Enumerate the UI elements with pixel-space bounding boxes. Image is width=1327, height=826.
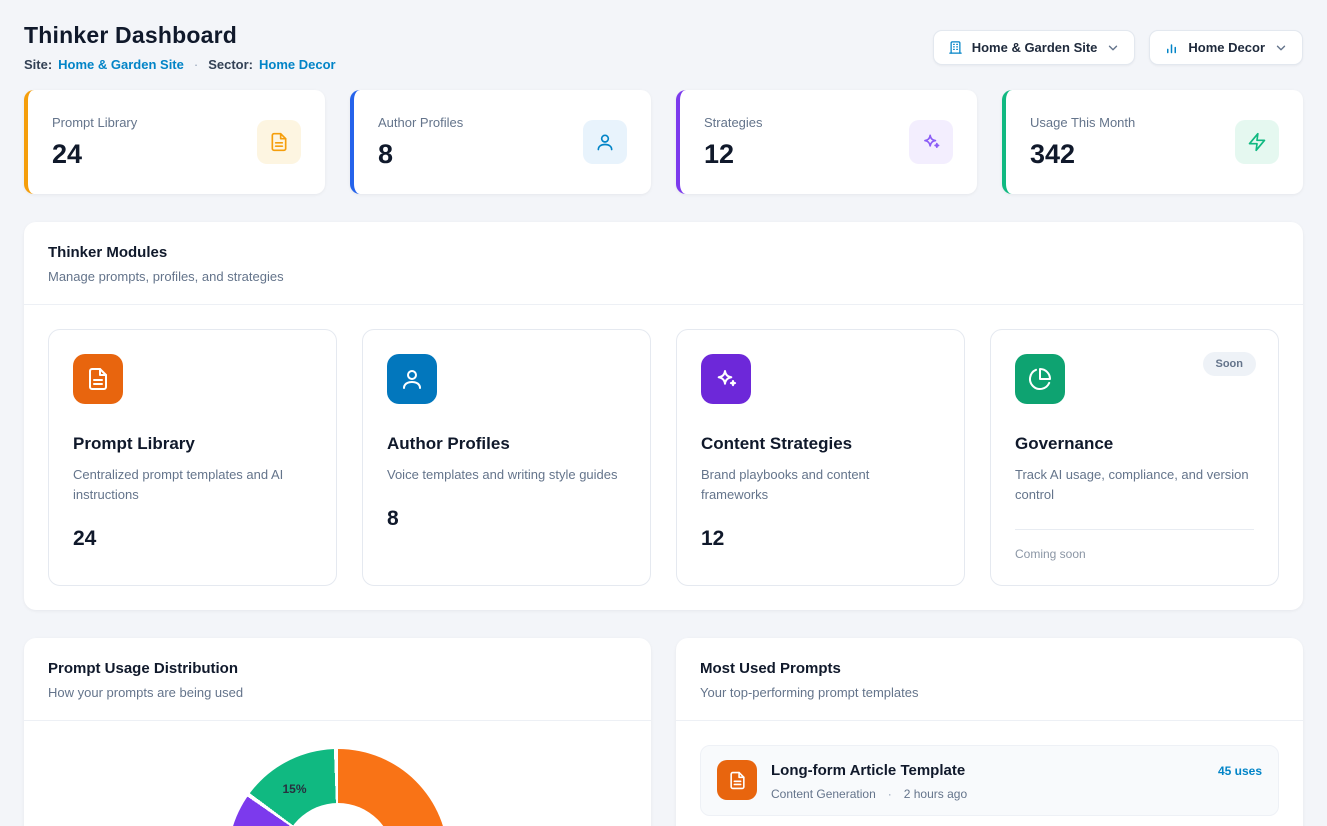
module-title: Content Strategies <box>701 434 940 454</box>
stat-card-usage: Usage This Month 342 <box>1002 90 1303 194</box>
file-text-icon <box>257 120 301 164</box>
building-icon <box>948 40 963 55</box>
stats-row: Prompt Library 24 Author Profiles 8 Stra… <box>24 90 1303 194</box>
most-used-header: Most Used Prompts Your top-performing pr… <box>676 638 1303 721</box>
donut-chart: 15% <box>24 721 651 825</box>
stat-card-prompt-library: Prompt Library 24 <box>24 90 325 194</box>
module-title: Governance <box>1015 434 1254 454</box>
coming-soon-text: Coming soon <box>1015 547 1254 561</box>
stat-text: Strategies 12 <box>704 115 763 170</box>
sector-link[interactable]: Home Decor <box>259 57 336 72</box>
lightning-icon <box>1235 120 1279 164</box>
module-card-prompt-library[interactable]: Prompt Library Centralized prompt templa… <box>48 329 337 586</box>
header-selectors: Home & Garden Site Home Decor <box>933 30 1303 65</box>
stat-value: 8 <box>378 139 463 170</box>
stat-value: 24 <box>52 139 137 170</box>
site-label: Site: <box>24 57 52 72</box>
prompt-title: Long-form Article Template <box>771 762 1204 779</box>
stat-value: 342 <box>1030 139 1135 170</box>
prompt-list-item[interactable]: Long-form Article Template Content Gener… <box>700 745 1279 816</box>
pie-chart-icon <box>1015 354 1065 404</box>
module-card-author-profiles[interactable]: Author Profiles Voice templates and writ… <box>362 329 651 586</box>
thinker-modules-panel: Thinker Modules Manage prompts, profiles… <box>24 222 1303 610</box>
module-description: Brand playbooks and content frameworks <box>701 465 940 505</box>
modules-panel-subtitle: Manage prompts, profiles, and strategies <box>48 269 1279 284</box>
stat-text: Prompt Library 24 <box>52 115 137 170</box>
sparkle-icon <box>701 354 751 404</box>
module-title: Author Profiles <box>387 434 626 454</box>
sector-selector-label: Home Decor <box>1188 40 1265 55</box>
prompt-uses-badge: 45 uses <box>1218 764 1262 801</box>
modules-panel-header: Thinker Modules Manage prompts, profiles… <box>24 222 1303 305</box>
stat-label: Author Profiles <box>378 115 463 130</box>
donut-segment-label: 15% <box>278 782 312 796</box>
person-icon <box>583 120 627 164</box>
module-count: 12 <box>701 527 940 551</box>
stat-text: Author Profiles 8 <box>378 115 463 170</box>
module-count: 8 <box>387 507 626 531</box>
donut-ring: 15% <box>228 749 448 826</box>
prompt-meta: Content Generation · 2 hours ago <box>771 787 1204 801</box>
most-used-title: Most Used Prompts <box>700 660 1279 677</box>
header-left: Thinker Dashboard Site: Home & Garden Si… <box>24 22 336 72</box>
prompt-time: 2 hours ago <box>904 787 967 801</box>
bottom-row: Prompt Usage Distribution How your promp… <box>24 638 1303 826</box>
module-card-governance[interactable]: Soon Governance Track AI usage, complian… <box>990 329 1279 586</box>
most-used-prompts-card: Most Used Prompts Your top-performing pr… <box>676 638 1303 826</box>
module-count: 24 <box>73 527 312 551</box>
file-text-icon <box>73 354 123 404</box>
file-text-icon <box>717 760 757 800</box>
separator-dot: · <box>884 787 896 801</box>
modules-panel-title: Thinker Modules <box>48 244 1279 261</box>
chevron-down-icon <box>1274 41 1288 55</box>
stat-text: Usage This Month 342 <box>1030 115 1135 170</box>
page-title: Thinker Dashboard <box>24 22 336 49</box>
usage-card-header: Prompt Usage Distribution How your promp… <box>24 638 651 721</box>
module-title: Prompt Library <box>73 434 312 454</box>
chevron-down-icon <box>1106 41 1120 55</box>
site-selector-dropdown[interactable]: Home & Garden Site <box>933 30 1136 65</box>
module-divider <box>1015 529 1254 530</box>
sector-selector-dropdown[interactable]: Home Decor <box>1149 30 1303 65</box>
person-icon <box>387 354 437 404</box>
stat-label: Usage This Month <box>1030 115 1135 130</box>
modules-grid: Prompt Library Centralized prompt templa… <box>24 305 1303 610</box>
stat-label: Prompt Library <box>52 115 137 130</box>
prompt-category: Content Generation <box>771 787 876 801</box>
site-selector-label: Home & Garden Site <box>972 40 1098 55</box>
prompt-info: Long-form Article Template Content Gener… <box>771 760 1204 801</box>
usage-card-title: Prompt Usage Distribution <box>48 660 627 677</box>
module-card-content-strategies[interactable]: Content Strategies Brand playbooks and c… <box>676 329 965 586</box>
stat-card-strategies: Strategies 12 <box>676 90 977 194</box>
dashboard-page: Thinker Dashboard Site: Home & Garden Si… <box>0 0 1327 826</box>
donut-hole <box>282 803 394 826</box>
page-header: Thinker Dashboard Site: Home & Garden Si… <box>24 22 1303 72</box>
module-description: Voice templates and writing style guides <box>387 465 626 485</box>
module-description: Centralized prompt templates and AI inst… <box>73 465 312 505</box>
site-sector-breadcrumb: Site: Home & Garden Site · Sector: Home … <box>24 57 336 72</box>
bar-chart-icon <box>1164 40 1179 55</box>
module-description: Track AI usage, compliance, and version … <box>1015 465 1254 505</box>
usage-card-subtitle: How your prompts are being used <box>48 685 627 700</box>
sparkle-icon <box>909 120 953 164</box>
stat-card-author-profiles: Author Profiles 8 <box>350 90 651 194</box>
site-link[interactable]: Home & Garden Site <box>58 57 184 72</box>
separator-dot: · <box>190 57 202 72</box>
soon-badge: Soon <box>1203 352 1257 376</box>
usage-distribution-card: Prompt Usage Distribution How your promp… <box>24 638 651 826</box>
stat-value: 12 <box>704 139 763 170</box>
most-used-subtitle: Your top-performing prompt templates <box>700 685 1279 700</box>
stat-label: Strategies <box>704 115 763 130</box>
sector-label: Sector: <box>208 57 253 72</box>
